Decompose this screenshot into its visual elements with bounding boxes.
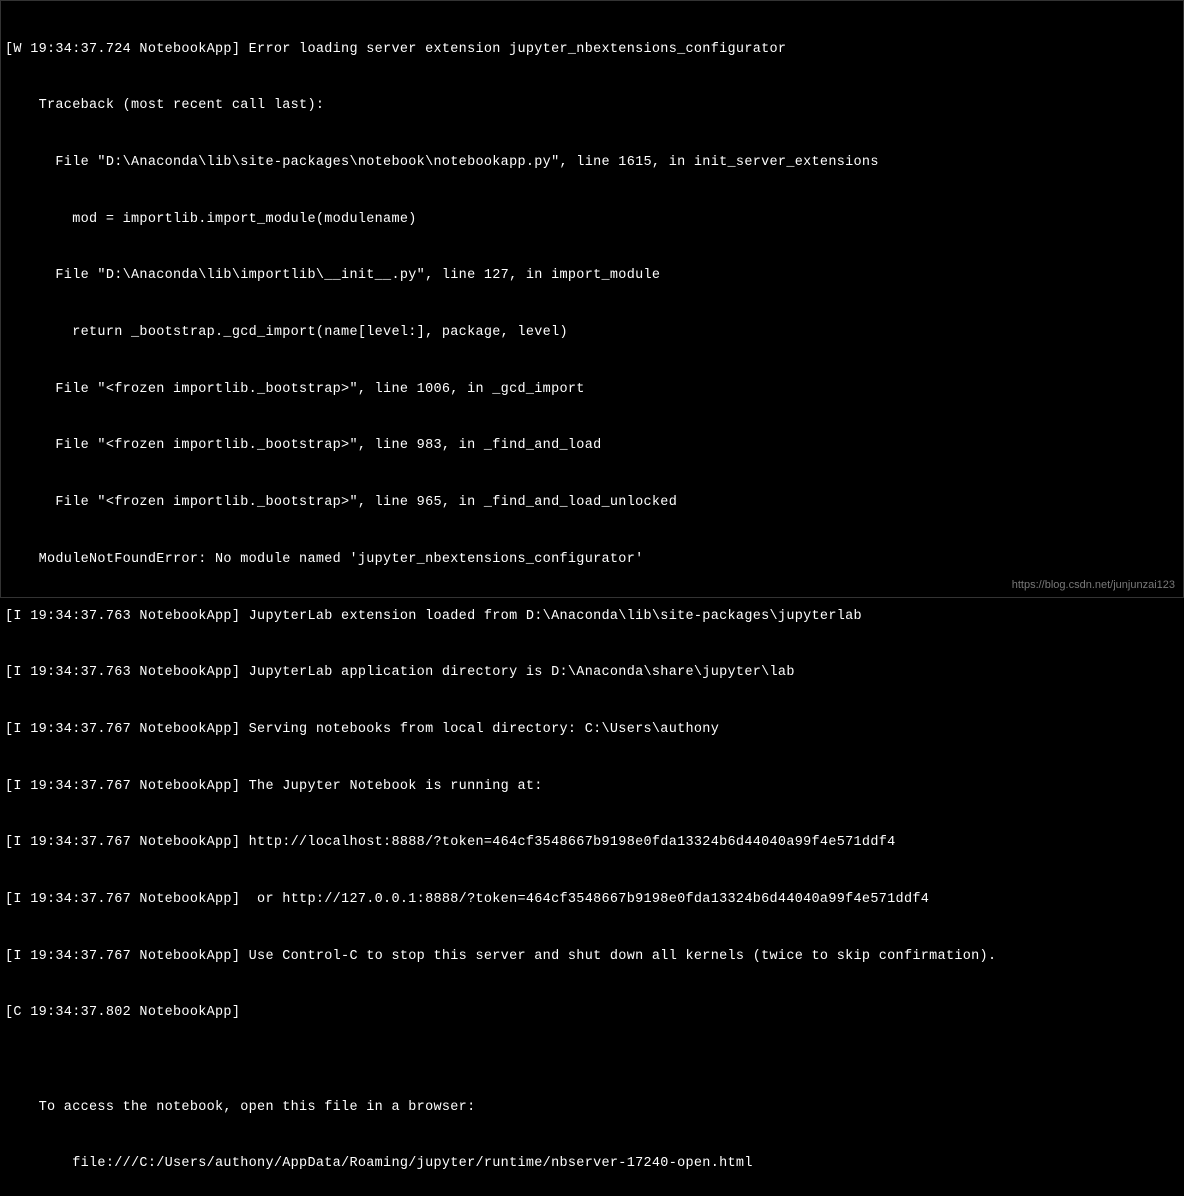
log-line: File "<frozen importlib._bootstrap>", li… [5,381,1179,400]
log-line: [I 19:34:37.763 NotebookApp] JupyterLab … [5,664,1179,683]
log-line: [I 19:34:37.767 NotebookApp] http://loca… [5,834,1179,853]
log-line: file:///C:/Users/authony/AppData/Roaming… [5,1155,1179,1174]
log-line: [W 19:34:37.724 NotebookApp] Error loadi… [5,41,1179,60]
log-line: [I 19:34:37.767 NotebookApp] Use Control… [5,948,1179,967]
log-line: mod = importlib.import_module(modulename… [5,211,1179,230]
log-line: [I 19:34:37.767 NotebookApp] or http://1… [5,891,1179,910]
log-line: File "<frozen importlib._bootstrap>", li… [5,494,1179,513]
watermark-text: https://blog.csdn.net/junjunzai123 [1012,578,1175,593]
log-line: File "<frozen importlib._bootstrap>", li… [5,437,1179,456]
log-line: [I 19:34:37.767 NotebookApp] The Jupyter… [5,778,1179,797]
terminal-output: [W 19:34:37.724 NotebookApp] Error loadi… [5,3,1179,1196]
log-line: [I 19:34:37.763 NotebookApp] JupyterLab … [5,608,1179,627]
log-line: File "D:\Anaconda\lib\importlib\__init__… [5,267,1179,286]
log-line: return _bootstrap._gcd_import(name[level… [5,324,1179,343]
log-line: To access the notebook, open this file i… [5,1099,1179,1118]
log-line: [I 19:34:37.767 NotebookApp] Serving not… [5,721,1179,740]
log-line: ModuleNotFoundError: No module named 'ju… [5,551,1179,570]
log-line: Traceback (most recent call last): [5,97,1179,116]
log-line: File "D:\Anaconda\lib\site-packages\note… [5,154,1179,173]
log-line: [C 19:34:37.802 NotebookApp] [5,1004,1179,1023]
